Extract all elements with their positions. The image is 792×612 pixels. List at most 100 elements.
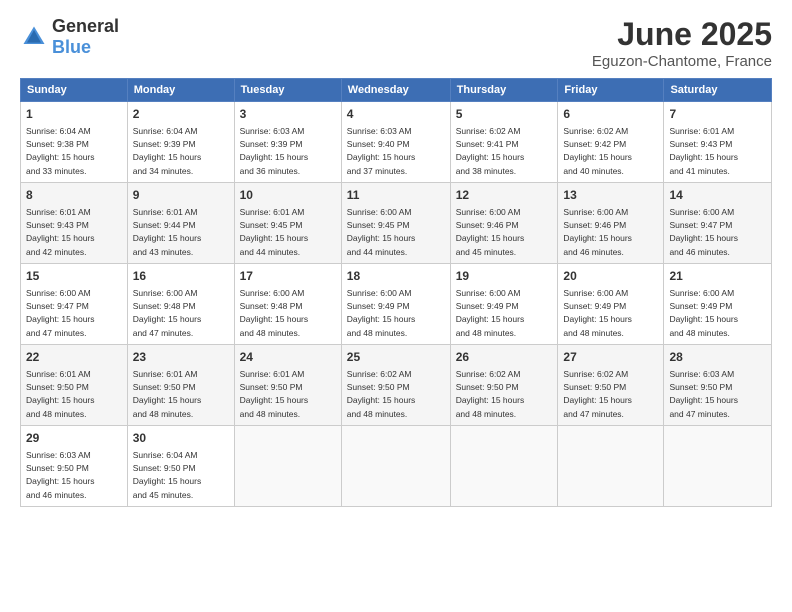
day-number: 2 xyxy=(133,106,229,123)
day-info: Sunrise: 6:02 AMSunset: 9:42 PMDaylight:… xyxy=(563,126,632,176)
calendar-day-3: 3Sunrise: 6:03 AMSunset: 9:39 PMDaylight… xyxy=(234,102,341,183)
day-number: 28 xyxy=(669,349,766,366)
day-info: Sunrise: 6:03 AMSunset: 9:50 PMDaylight:… xyxy=(669,369,738,419)
day-info: Sunrise: 6:01 AMSunset: 9:44 PMDaylight:… xyxy=(133,207,202,257)
day-number: 26 xyxy=(456,349,553,366)
day-info: Sunrise: 6:00 AMSunset: 9:48 PMDaylight:… xyxy=(240,288,309,338)
calendar-day-17: 17 Sunrise: 6:00 AMSunset: 9:48 PMDayligh… xyxy=(234,263,341,344)
day-info: Sunrise: 6:01 AMSunset: 9:43 PMDaylight:… xyxy=(669,126,738,176)
calendar-day-25: 25 Sunrise: 6:02 AMSunset: 9:50 PMDayligh… xyxy=(341,344,450,425)
calendar-day-15: 15 Sunrise: 6:00 AMSunset: 9:47 PMDayligh… xyxy=(21,263,128,344)
calendar-day-18: 18 Sunrise: 6:00 AMSunset: 9:49 PMDayligh… xyxy=(341,263,450,344)
calendar-day-16: 16Sunrise: 6:00 AMSunset: 9:48 PMDayligh… xyxy=(127,263,234,344)
calendar-day-27: 27 Sunrise: 6:02 AMSunset: 9:50 PMDayligh… xyxy=(558,344,664,425)
calendar-week-1: 1Sunrise: 6:04 AMSunset: 9:38 PMDaylight… xyxy=(21,102,772,183)
calendar-day-7: 7 Sunrise: 6:01 AMSunset: 9:43 PMDaylight… xyxy=(664,102,772,183)
day-info: Sunrise: 6:00 AMSunset: 9:49 PMDaylight:… xyxy=(669,288,738,338)
day-info: Sunrise: 6:02 AMSunset: 9:50 PMDaylight:… xyxy=(456,369,525,419)
day-info: Sunrise: 6:03 AMSunset: 9:50 PMDaylight:… xyxy=(26,450,95,500)
calendar-day-29: 29 Sunrise: 6:03 AMSunset: 9:50 PMDayligh… xyxy=(21,425,128,506)
day-info: Sunrise: 6:03 AMSunset: 9:39 PMDaylight:… xyxy=(240,126,309,176)
day-number: 30 xyxy=(133,430,229,447)
header-row: Sunday Monday Tuesday Wednesday Thursday… xyxy=(21,79,772,102)
calendar-day-11: 11 Sunrise: 6:00 AMSunset: 9:45 PMDayligh… xyxy=(341,182,450,263)
calendar-day-9: 9 Sunrise: 6:01 AMSunset: 9:44 PMDaylight… xyxy=(127,182,234,263)
day-info: Sunrise: 6:00 AMSunset: 9:48 PMDaylight:… xyxy=(133,288,202,338)
day-info: Sunrise: 6:00 AMSunset: 9:47 PMDaylight:… xyxy=(26,288,95,338)
logo-general: General xyxy=(52,16,119,36)
day-number: 13 xyxy=(563,187,658,204)
header-wednesday: Wednesday xyxy=(341,79,450,102)
day-number: 25 xyxy=(347,349,445,366)
page: General Blue June 2025 Eguzon-Chantome, … xyxy=(0,0,792,612)
calendar-day-6: 6 Sunrise: 6:02 AMSunset: 9:42 PMDaylight… xyxy=(558,102,664,183)
day-info: Sunrise: 6:00 AMSunset: 9:49 PMDaylight:… xyxy=(456,288,525,338)
day-info: Sunrise: 6:04 AMSunset: 9:39 PMDaylight:… xyxy=(133,126,202,176)
calendar-day-empty xyxy=(341,425,450,506)
day-number: 18 xyxy=(347,268,445,285)
calendar-day-5: 5Sunrise: 6:02 AMSunset: 9:41 PMDaylight… xyxy=(450,102,558,183)
day-number: 11 xyxy=(347,187,445,204)
calendar-day-13: 13 Sunrise: 6:00 AMSunset: 9:46 PMDayligh… xyxy=(558,182,664,263)
day-number: 22 xyxy=(26,349,122,366)
calendar-week-5: 29 Sunrise: 6:03 AMSunset: 9:50 PMDayligh… xyxy=(21,425,772,506)
day-number: 27 xyxy=(563,349,658,366)
day-number: 29 xyxy=(26,430,122,447)
day-number: 17 xyxy=(240,268,336,285)
calendar-body: 1Sunrise: 6:04 AMSunset: 9:38 PMDaylight… xyxy=(21,102,772,507)
header-saturday: Saturday xyxy=(664,79,772,102)
calendar-day-8: 8Sunrise: 6:01 AMSunset: 9:43 PMDaylight… xyxy=(21,182,128,263)
logo-blue: Blue xyxy=(52,37,91,57)
calendar-day-12: 12 Sunrise: 6:00 AMSunset: 9:46 PMDayligh… xyxy=(450,182,558,263)
calendar-day-empty xyxy=(234,425,341,506)
calendar-day-4: 4 Sunrise: 6:03 AMSunset: 9:40 PMDaylight… xyxy=(341,102,450,183)
calendar-day-1: 1Sunrise: 6:04 AMSunset: 9:38 PMDaylight… xyxy=(21,102,128,183)
header-friday: Friday xyxy=(558,79,664,102)
day-info: Sunrise: 6:00 AMSunset: 9:49 PMDaylight:… xyxy=(563,288,632,338)
day-info: Sunrise: 6:04 AMSunset: 9:38 PMDaylight:… xyxy=(26,126,95,176)
calendar-day-10: 10Sunrise: 6:01 AMSunset: 9:45 PMDayligh… xyxy=(234,182,341,263)
logo-icon xyxy=(20,23,48,51)
day-info: Sunrise: 6:00 AMSunset: 9:46 PMDaylight:… xyxy=(456,207,525,257)
calendar-day-20: 20 Sunrise: 6:00 AMSunset: 9:49 PMDayligh… xyxy=(558,263,664,344)
day-info: Sunrise: 6:02 AMSunset: 9:50 PMDaylight:… xyxy=(347,369,416,419)
day-info: Sunrise: 6:02 AMSunset: 9:50 PMDaylight:… xyxy=(563,369,632,419)
day-info: Sunrise: 6:01 AMSunset: 9:50 PMDaylight:… xyxy=(133,369,202,419)
title-area: June 2025 Eguzon-Chantome, France xyxy=(592,16,772,70)
day-number: 24 xyxy=(240,349,336,366)
day-number: 6 xyxy=(563,106,658,123)
calendar-day-empty xyxy=(558,425,664,506)
calendar-week-2: 8Sunrise: 6:01 AMSunset: 9:43 PMDaylight… xyxy=(21,182,772,263)
day-info: Sunrise: 6:01 AMSunset: 9:50 PMDaylight:… xyxy=(240,369,309,419)
day-number: 23 xyxy=(133,349,229,366)
calendar-day-30: 30 Sunrise: 6:04 AMSunset: 9:50 PMDayligh… xyxy=(127,425,234,506)
day-info: Sunrise: 6:00 AMSunset: 9:49 PMDaylight:… xyxy=(347,288,416,338)
day-number: 19 xyxy=(456,268,553,285)
calendar-day-2: 2 Sunrise: 6:04 AMSunset: 9:39 PMDaylight… xyxy=(127,102,234,183)
calendar-day-21: 21Sunrise: 6:00 AMSunset: 9:49 PMDayligh… xyxy=(664,263,772,344)
day-number: 8 xyxy=(26,187,122,204)
day-info: Sunrise: 6:00 AMSunset: 9:45 PMDaylight:… xyxy=(347,207,416,257)
calendar-day-23: 23 Sunrise: 6:01 AMSunset: 9:50 PMDayligh… xyxy=(127,344,234,425)
month-title: June 2025 xyxy=(592,16,772,53)
day-info: Sunrise: 6:00 AMSunset: 9:46 PMDaylight:… xyxy=(563,207,632,257)
day-number: 4 xyxy=(347,106,445,123)
calendar-day-14: 14Sunrise: 6:00 AMSunset: 9:47 PMDayligh… xyxy=(664,182,772,263)
day-info: Sunrise: 6:04 AMSunset: 9:50 PMDaylight:… xyxy=(133,450,202,500)
calendar-day-24: 24 Sunrise: 6:01 AMSunset: 9:50 PMDayligh… xyxy=(234,344,341,425)
calendar-day-22: 22Sunrise: 6:01 AMSunset: 9:50 PMDayligh… xyxy=(21,344,128,425)
header-thursday: Thursday xyxy=(450,79,558,102)
day-number: 20 xyxy=(563,268,658,285)
day-number: 15 xyxy=(26,268,122,285)
logo-text: General Blue xyxy=(52,16,119,58)
day-info: Sunrise: 6:02 AMSunset: 9:41 PMDaylight:… xyxy=(456,126,525,176)
day-number: 9 xyxy=(133,187,229,204)
calendar-day-19: 19 Sunrise: 6:00 AMSunset: 9:49 PMDayligh… xyxy=(450,263,558,344)
calendar-day-empty xyxy=(450,425,558,506)
location-title: Eguzon-Chantome, France xyxy=(592,53,772,70)
day-number: 12 xyxy=(456,187,553,204)
day-number: 7 xyxy=(669,106,766,123)
day-info: Sunrise: 6:03 AMSunset: 9:40 PMDaylight:… xyxy=(347,126,416,176)
calendar-week-3: 15 Sunrise: 6:00 AMSunset: 9:47 PMDayligh… xyxy=(21,263,772,344)
calendar-table: Sunday Monday Tuesday Wednesday Thursday… xyxy=(20,78,772,507)
